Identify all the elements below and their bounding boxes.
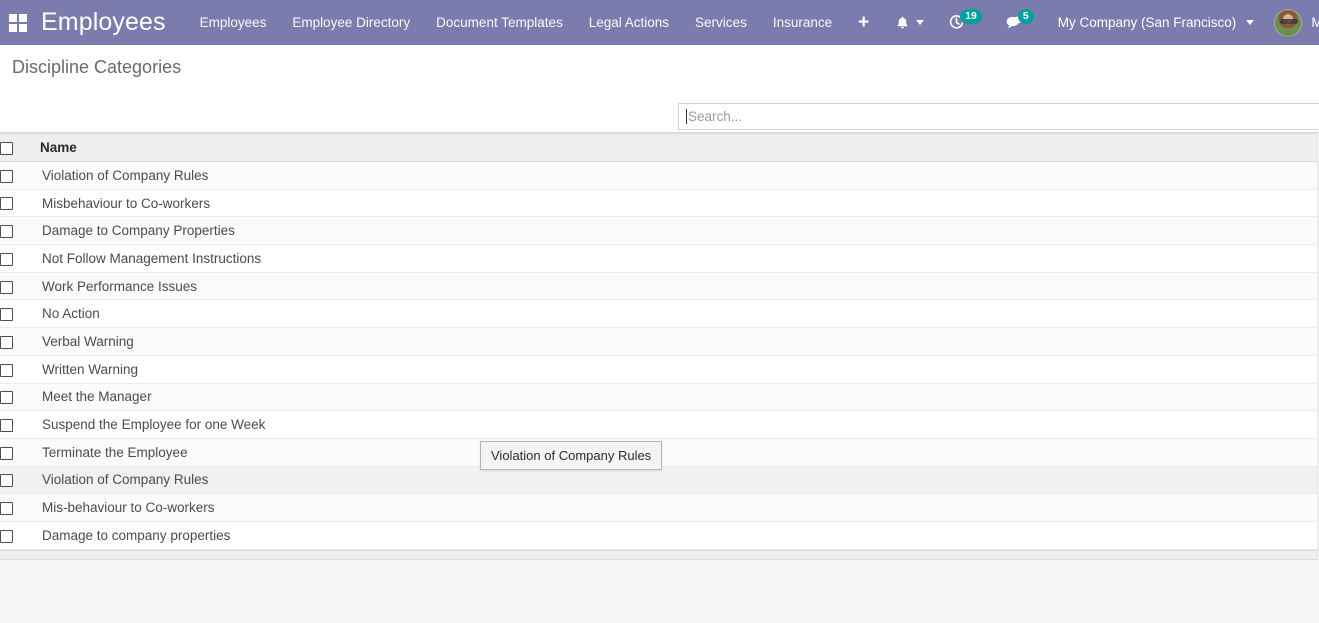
row-checkbox[interactable] [0,502,13,516]
table-row[interactable]: Verbal Warning [0,327,1317,356]
table-row[interactable]: Written Warning [0,355,1317,383]
cell-name: Terminate the Employee [42,444,188,460]
row-select-cell [0,189,40,217]
avatar[interactable] [1274,8,1303,37]
table-row[interactable]: Work Performance Issues [0,272,1317,300]
cell-name: No Action [42,306,100,322]
row-select-cell [0,300,40,328]
bell-icon [895,15,910,31]
page-title: Discipline Categories [12,57,182,77]
row-select-cell [0,521,40,549]
cell-name: Violation of Company Rules [42,472,209,488]
timer-count-badge: 19 [960,9,982,24]
records-table: Name Violation of Company Rules Misbehavi… [0,133,1317,550]
row-select-cell [0,383,40,411]
top-navbar: Employees Employees Employee Directory D… [0,0,1319,45]
records-table-body: Violation of Company Rules Misbehaviour t… [0,161,1317,550]
table-header-row: Name [0,133,1317,162]
cell-name: Not Follow Management Instructions [42,250,262,266]
table-row[interactable]: Meet the Manager [0,383,1317,411]
cell-name: Misbehaviour to Co-workers [42,195,211,211]
apps-grid-icon[interactable] [9,13,27,32]
table-row[interactable]: Violation of Company Rules [0,161,1317,190]
row-checkbox[interactable] [0,197,13,211]
timer-menu[interactable]: 19 [948,9,982,31]
row-select-cell [0,328,40,356]
select-all-cell [0,133,40,162]
table-row[interactable]: Damage to company properties [0,521,1317,550]
column-header-name[interactable]: Name [40,133,1317,162]
table-row[interactable]: Suspend the Employee for one Week [0,410,1317,439]
app-brand-title: Employees [41,8,166,36]
nav-item-legal-actions[interactable]: Legal Actions [589,15,669,30]
cell-name: Damage to company properties [42,527,231,543]
row-checkbox[interactable] [0,308,13,322]
row-select-cell [0,411,40,439]
row-tooltip: Violation of Company Rules [480,441,663,470]
cell-name: Work Performance Issues [42,278,198,294]
row-select-cell [0,162,40,190]
cell-name: Written Warning [42,361,139,377]
table-row[interactable]: No Action [0,299,1317,328]
add-new-button[interactable]: + [858,13,869,32]
nav-item-services[interactable]: Services [695,15,747,30]
row-checkbox[interactable] [0,418,13,432]
row-checkbox[interactable] [0,225,13,239]
table-row[interactable]: Mis-behaviour to Co-workers [0,493,1317,522]
row-checkbox[interactable] [0,474,13,488]
nav-item-insurance[interactable]: Insurance [773,15,832,30]
list-footer [0,549,1317,560]
row-checkbox[interactable] [0,335,13,349]
nav-item-employee-directory[interactable]: Employee Directory [292,15,410,30]
cell-name: Mis-behaviour to Co-workers [42,500,215,516]
list-view: Name Violation of Company Rules Misbehavi… [0,133,1318,560]
text-cursor [686,109,687,124]
company-switcher[interactable]: My Company (San Francisco) [1058,15,1255,30]
user-menu-label[interactable]: Mitchell Adm [1311,15,1319,30]
row-checkbox[interactable] [0,529,13,543]
row-select-cell [0,355,40,383]
row-checkbox[interactable] [0,169,13,183]
row-select-cell [0,272,40,300]
cell-name: Damage to Company Properties [42,223,235,239]
company-name-label: My Company (San Francisco) [1057,15,1237,30]
row-checkbox[interactable] [0,280,13,294]
cell-name: Meet the Manager [42,389,152,405]
cell-name: Suspend the Employee for one Week [42,417,266,433]
chevron-down-icon [916,20,925,25]
row-select-cell [0,217,40,245]
chevron-down-icon [1246,20,1255,25]
select-all-checkbox[interactable] [0,141,13,155]
table-row[interactable]: Violation of Company Rules [0,466,1317,494]
search-box[interactable] [678,103,1319,130]
row-checkbox[interactable] [0,363,13,377]
table-row[interactable]: Damage to Company Properties [0,216,1317,245]
control-panel: Discipline Categories Create Import [0,45,1319,166]
messages-menu[interactable]: 5 [1006,9,1034,30]
row-checkbox[interactable] [0,252,13,266]
row-checkbox[interactable] [0,391,13,405]
row-select-cell [0,438,40,466]
row-select-cell [0,245,40,273]
table-row[interactable]: Not Follow Management Instructions [0,244,1317,273]
cell-name: Violation of Company Rules [42,167,209,183]
search-input[interactable] [688,109,1319,124]
row-checkbox[interactable] [0,446,13,460]
row-select-cell [0,494,40,522]
nav-item-document-templates[interactable]: Document Templates [436,15,563,30]
nav-item-employees[interactable]: Employees [200,15,267,30]
cell-name: Verbal Warning [42,333,134,349]
row-select-cell [0,466,40,494]
activities-menu[interactable] [895,15,925,31]
table-row[interactable]: Misbehaviour to Co-workers [0,189,1317,217]
messages-count-badge: 5 [1017,9,1034,24]
